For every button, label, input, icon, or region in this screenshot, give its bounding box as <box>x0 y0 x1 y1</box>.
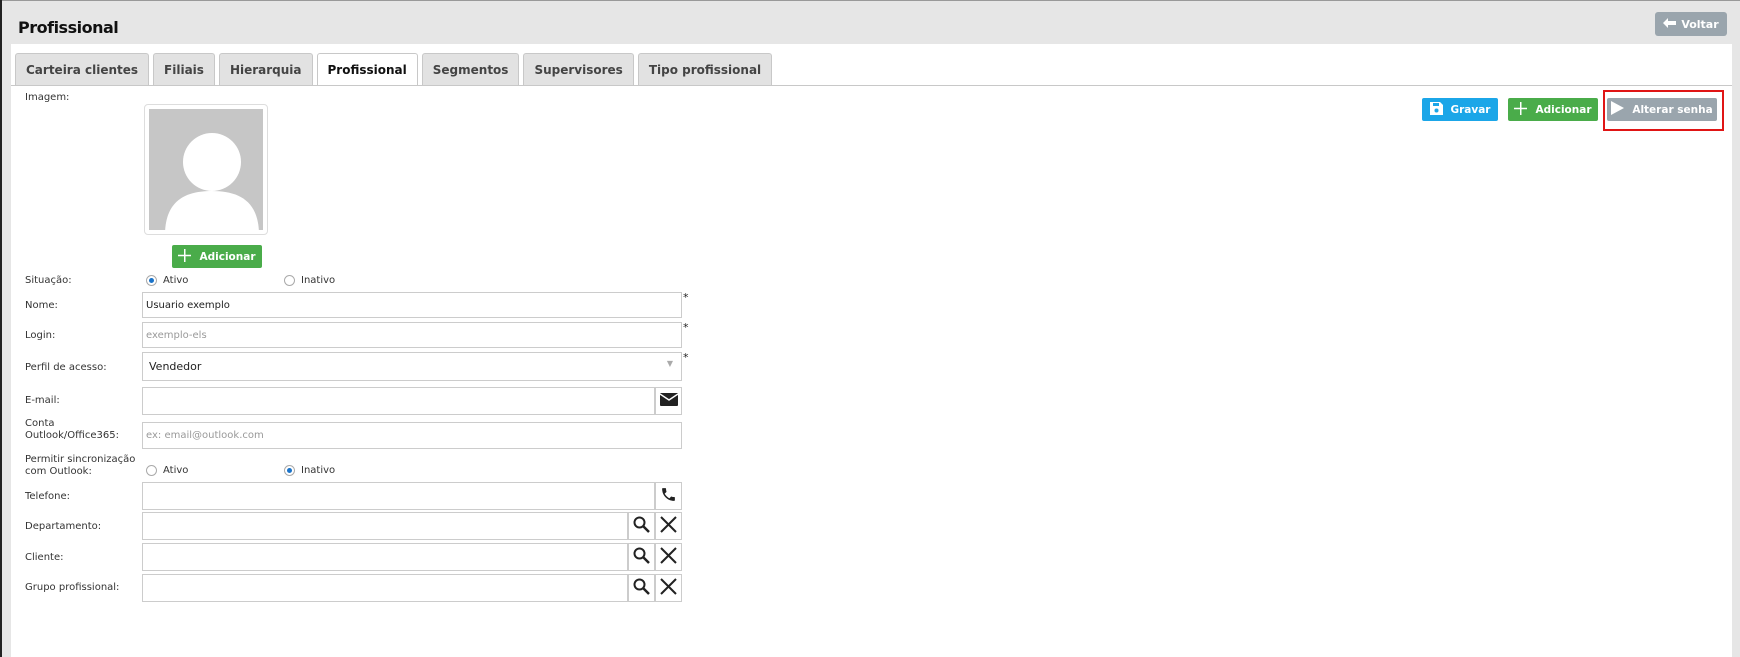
avatar-frame <box>144 104 268 235</box>
back-button-label: Voltar <box>1681 17 1719 31</box>
window-left-edge <box>0 0 2 657</box>
department-search-button[interactable] <box>628 512 655 540</box>
profile-required-mark: * <box>683 351 689 364</box>
plus-icon <box>1514 101 1528 118</box>
search-icon <box>633 578 650 598</box>
department-clear-button[interactable] <box>655 512 682 540</box>
login-label: Login: <box>25 330 56 341</box>
radio-unselected-icon <box>146 465 157 476</box>
department-input[interactable] <box>142 512 628 540</box>
chevron-down-icon: ▼ <box>666 359 673 368</box>
add-button-label: Adicionar <box>1535 103 1592 116</box>
professional-group-label: Grupo profissional: <box>25 582 120 593</box>
client-search-button[interactable] <box>628 543 655 571</box>
client-input[interactable] <box>142 543 628 571</box>
outlook-account-label: Conta Outlook/Office365: <box>25 418 119 442</box>
outlook-sync-inactive-radio[interactable]: Inativo <box>284 465 335 476</box>
tab-segmentos[interactable]: Segmentos <box>421 53 520 85</box>
status-active-label: Ativo <box>163 275 189 286</box>
professional-group-clear-button[interactable] <box>655 574 682 602</box>
status-inactive-radio[interactable]: Inativo <box>284 275 335 286</box>
tab-bar: Carteira clientes Filiais Hierarquia Pro… <box>15 53 773 86</box>
email-button[interactable] <box>655 387 682 415</box>
name-label: Nome: <box>25 300 58 311</box>
tab-profissional[interactable]: Profissional <box>316 53 418 86</box>
outlook-sync-inactive-label: Inativo <box>301 465 336 476</box>
add-image-label: Adicionar <box>199 250 256 263</box>
floppy-disk-icon <box>1429 101 1443 118</box>
search-icon <box>633 516 650 536</box>
save-button[interactable]: Gravar <box>1422 98 1498 121</box>
name-required-mark: * <box>683 291 689 304</box>
outlook-sync-label-line2: com Outlook: <box>25 466 92 477</box>
radio-unselected-icon <box>284 275 295 286</box>
phone-button[interactable] <box>655 482 682 510</box>
department-label: Departamento: <box>25 521 102 532</box>
close-icon <box>660 516 677 536</box>
close-icon <box>660 578 677 598</box>
image-label: Imagem: <box>25 92 70 103</box>
login-input[interactable]: exemplo-els <box>142 322 682 348</box>
close-icon <box>660 547 677 567</box>
phone-icon <box>660 486 677 506</box>
professional-group-input[interactable] <box>142 574 628 602</box>
page-header: Profissional Voltar <box>2 0 1740 44</box>
outlook-sync-active-radio[interactable]: Ativo <box>146 465 188 476</box>
outlook-sync-label-line1: Permitir sincronização <box>25 454 136 465</box>
client-label: Cliente: <box>25 552 64 563</box>
add-image-button[interactable]: Adicionar <box>172 245 262 268</box>
profile-select[interactable]: Vendedor ▼ <box>142 352 682 381</box>
add-button[interactable]: Adicionar <box>1508 98 1598 121</box>
email-input[interactable] <box>142 387 655 415</box>
status-label: Situação: <box>25 275 72 286</box>
outlook-account-label-line1: Conta <box>25 418 55 429</box>
outlook-account-label-line2: Outlook/Office365: <box>25 430 119 441</box>
login-required-mark: * <box>683 321 689 334</box>
envelope-icon <box>659 393 678 409</box>
outlook-sync-label: Permitir sincronização com Outlook: <box>25 454 135 478</box>
search-icon <box>633 547 650 567</box>
page-title: Profissional <box>18 18 119 37</box>
status-inactive-label: Inativo <box>301 275 336 286</box>
tab-filiais[interactable]: Filiais <box>153 53 215 85</box>
name-input[interactable]: Usuario exemplo <box>142 292 682 318</box>
email-label: E-mail: <box>25 395 60 406</box>
back-button[interactable]: Voltar <box>1655 12 1727 36</box>
profile-select-value: Vendedor <box>149 360 202 373</box>
tab-tipo-profissional[interactable]: Tipo profissional <box>637 53 773 85</box>
arrow-left-icon <box>1663 17 1677 31</box>
radio-selected-icon <box>146 275 157 286</box>
client-clear-button[interactable] <box>655 543 682 571</box>
tab-hierarquia[interactable]: Hierarquia <box>218 53 313 85</box>
plus-icon <box>178 248 192 265</box>
professional-group-search-button[interactable] <box>628 574 655 602</box>
save-button-label: Gravar <box>1450 103 1491 116</box>
avatar <box>149 109 263 230</box>
status-active-radio[interactable]: Ativo <box>146 275 188 286</box>
radio-selected-icon <box>284 465 295 476</box>
tab-supervisores[interactable]: Supervisores <box>523 53 634 85</box>
outlook-sync-active-label: Ativo <box>163 465 189 476</box>
profile-label: Perfil de acesso: <box>25 362 107 373</box>
phone-input[interactable] <box>142 482 655 510</box>
highlight-box <box>1603 90 1724 131</box>
tab-divider <box>11 85 1732 86</box>
outlook-account-input[interactable]: ex: email@outlook.com <box>142 422 682 449</box>
user-placeholder-icon <box>165 133 259 230</box>
tab-carteira-clientes[interactable]: Carteira clientes <box>15 53 150 85</box>
phone-label: Telefone: <box>25 491 70 502</box>
